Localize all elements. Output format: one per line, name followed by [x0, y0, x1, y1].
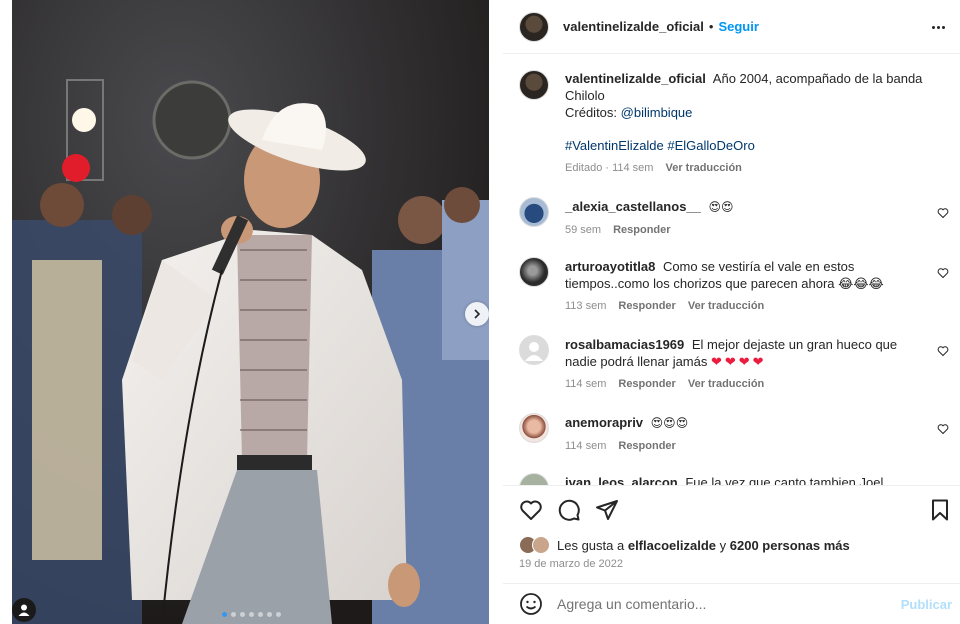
comment-meta: 59 sem Responder — [565, 224, 949, 236]
default-avatar-icon — [525, 342, 543, 361]
comment-item: ivan_leos_alarcon Fue la vez que canto t… — [519, 473, 949, 485]
caption-translate[interactable]: Ver traducción — [665, 162, 741, 174]
comment-body: _alexia_castellanos__ 😍😍 — [565, 197, 923, 216]
author-username[interactable]: valentinelizalde_oficial — [563, 19, 704, 34]
comment-time: 59 sem — [565, 224, 602, 236]
caption-credits-handle[interactable]: @bilimbique — [621, 105, 693, 120]
carousel-next-button[interactable] — [465, 302, 489, 326]
share-icon[interactable] — [595, 498, 619, 522]
post-details: valentinelizalde_oficial • Seguir valent… — [503, 0, 960, 624]
author-avatar[interactable] — [519, 11, 549, 42]
likes-count[interactable]: 6200 personas más — [730, 538, 850, 553]
comment-item: rosalbamacias1969 El mejor dejaste un gr… — [519, 335, 949, 390]
comment-body: ivan_leos_alarcon Fue la vez que canto t… — [565, 473, 923, 485]
carousel-dot — [231, 612, 236, 617]
likes-connector: y — [719, 537, 727, 553]
carousel-dot — [276, 612, 281, 617]
comments-list[interactable]: valentinelizalde_oficial Año 2004, acomp… — [503, 55, 960, 485]
like-comment-heart-icon[interactable] — [937, 267, 949, 279]
comment-reply[interactable]: Responder — [618, 378, 675, 390]
comment-translate[interactable]: Ver traducción — [688, 300, 764, 312]
comment-reply[interactable]: Responder — [618, 300, 675, 312]
comment-input[interactable] — [557, 596, 887, 612]
carousel-dot — [240, 612, 245, 617]
emoji-icon[interactable] — [519, 592, 543, 616]
carousel-indicator — [222, 612, 281, 617]
likes-user[interactable]: elflacoelizalde — [628, 538, 716, 553]
comment-hearts: ❤❤❤❤ — [711, 354, 767, 369]
comment-avatar[interactable] — [519, 413, 549, 443]
carousel-dot — [222, 612, 227, 617]
comment-avatar[interactable] — [519, 257, 549, 287]
caption-username[interactable]: valentinelizalde_oficial — [565, 71, 706, 86]
like-comment-heart-icon[interactable] — [937, 423, 949, 435]
header-separator: • — [708, 19, 714, 34]
caption-credits-prefix: Créditos: — [565, 105, 618, 120]
post-date[interactable]: 19 de marzo de 2022 — [519, 558, 623, 570]
caption-time: Editado · 114 sem — [565, 162, 654, 174]
comment-time: 114 sem — [565, 378, 607, 390]
comment-meta: 113 sem Responder Ver traducción — [565, 300, 949, 312]
comment-meta: 114 sem Responder — [565, 440, 949, 452]
like-heart-icon[interactable] — [519, 498, 543, 522]
carousel-dot — [249, 612, 254, 617]
user-icon — [18, 604, 30, 616]
comment-item: arturoayotitla8 Como se vestiría el vale… — [519, 257, 949, 312]
carousel-dot — [258, 612, 263, 617]
caption-avatar[interactable] — [519, 70, 549, 100]
like-comment-heart-icon[interactable] — [937, 207, 949, 219]
comment-avatar[interactable] — [519, 335, 549, 365]
left-margin — [0, 0, 12, 624]
comment-avatar[interactable] — [519, 197, 549, 227]
chevron-right-icon — [474, 309, 481, 319]
likes-summary: Les gusta a elflacoelizalde y 6200 perso… — [519, 536, 850, 554]
comment-body: arturoayotitla8 Como se vestiría el vale… — [565, 257, 923, 292]
follow-button[interactable]: Seguir — [718, 19, 758, 34]
comment-body: rosalbamacias1969 El mejor dejaste un gr… — [565, 335, 923, 370]
post-actions — [503, 485, 960, 533]
comment-username[interactable]: anemorapriv — [565, 415, 643, 430]
like-comment-heart-icon[interactable] — [937, 345, 949, 357]
add-comment-bar: Publicar — [503, 583, 960, 624]
comment-item: anemorapriv 😍😍😍 114 sem Responder — [519, 413, 949, 452]
concert-photo — [12, 0, 489, 624]
caption: valentinelizalde_oficial Año 2004, acomp… — [519, 70, 949, 174]
tagged-users-button[interactable] — [12, 598, 36, 622]
bookmark-icon[interactable] — [928, 498, 952, 522]
comment-body: anemorapriv 😍😍😍 — [565, 413, 923, 432]
comment-avatar[interactable] — [519, 473, 549, 485]
comment-item: _alexia_castellanos__ 😍😍 59 sem Responde… — [519, 197, 949, 236]
caption-hashtags[interactable]: #ValentinElizalde #ElGalloDeOro — [565, 137, 923, 154]
comment-text: 😍😍 — [708, 200, 734, 214]
comment-username[interactable]: arturoayotitla8 — [565, 259, 655, 274]
comment-text: 😍😍😍 — [650, 416, 689, 430]
post-header: valentinelizalde_oficial • Seguir — [503, 0, 960, 54]
comment-icon[interactable] — [557, 498, 581, 522]
comment-username[interactable]: ivan_leos_alarcon — [565, 475, 678, 485]
post-photo[interactable] — [12, 0, 489, 624]
caption-meta: Editado · 114 sem Ver traducción — [565, 162, 949, 174]
more-options-icon[interactable] — [932, 19, 948, 35]
publish-button[interactable]: Publicar — [901, 597, 952, 612]
comment-reply[interactable]: Responder — [613, 224, 670, 236]
comment-username[interactable]: rosalbamacias1969 — [565, 337, 684, 352]
caption-body: valentinelizalde_oficial Año 2004, acomp… — [565, 70, 923, 154]
liker-avatars[interactable] — [519, 536, 553, 554]
comment-time: 113 sem — [565, 300, 607, 312]
comment-username[interactable]: _alexia_castellanos__ — [565, 199, 701, 214]
likes-prefix: Les gusta a — [557, 537, 625, 553]
comment-reply[interactable]: Responder — [618, 440, 675, 452]
comment-meta: 114 sem Responder Ver traducción — [565, 378, 949, 390]
comment-time: 114 sem — [565, 440, 607, 452]
comment-translate[interactable]: Ver traducción — [688, 378, 764, 390]
carousel-dot — [267, 612, 272, 617]
